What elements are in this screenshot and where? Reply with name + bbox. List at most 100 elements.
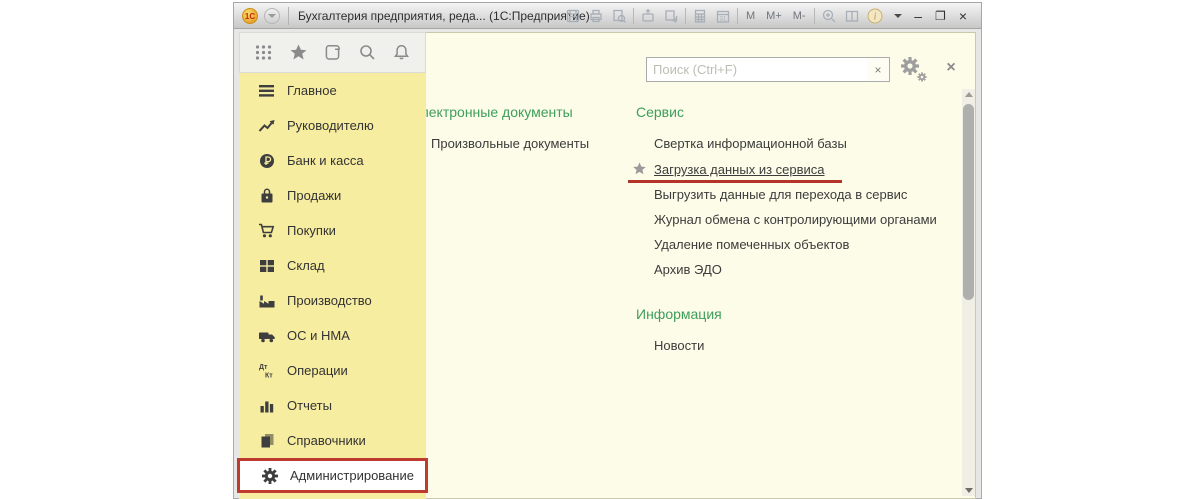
- svg-text:Кт: Кт: [265, 373, 273, 380]
- titlebar: 1С Бухгалтерия предприятия, реда... (1С:…: [233, 2, 982, 29]
- boxes-grid-icon: [256, 256, 278, 276]
- split-window-button[interactable]: [843, 7, 861, 25]
- info-button[interactable]: i: [866, 7, 884, 25]
- scrollbar-thumb[interactable]: [963, 104, 974, 300]
- search-input[interactable]: [646, 57, 868, 82]
- sidebar-item-manager[interactable]: Руководителю: [239, 108, 426, 143]
- sidebar-item-main[interactable]: Главное: [239, 73, 426, 108]
- zoom-button[interactable]: [820, 7, 838, 25]
- maximize-button[interactable]: ❐: [935, 5, 946, 27]
- shopping-bag-icon: [256, 186, 278, 206]
- panel-close-button[interactable]: ×: [941, 58, 961, 78]
- memory-m-plus-button[interactable]: M+: [763, 8, 785, 24]
- 1c-logo-icon: 1С: [242, 8, 258, 24]
- search-icon[interactable]: [358, 43, 377, 62]
- favorites-star-icon[interactable]: [289, 43, 308, 62]
- factory-icon: [256, 291, 278, 311]
- window-controls: – ❐ ×: [914, 5, 967, 27]
- sidebar-toolbar: [239, 32, 426, 73]
- section-header-electronic-documents: Электронные документы: [411, 104, 573, 120]
- highlight-underline: [628, 180, 842, 183]
- sidebar-item-production[interactable]: Производство: [239, 283, 426, 318]
- sidebar-item-warehouse[interactable]: Склад: [239, 248, 426, 283]
- sidebar-item-label: Склад: [287, 258, 325, 273]
- favorite-star-icon[interactable]: [632, 161, 647, 181]
- search-clear-button[interactable]: ×: [867, 57, 890, 82]
- function-link[interactable]: Новости: [654, 338, 704, 353]
- save-button[interactable]: [564, 7, 582, 25]
- calculator-button[interactable]: [691, 7, 709, 25]
- notifications-bell-icon[interactable]: [392, 43, 411, 62]
- memory-m-button[interactable]: M: [743, 8, 758, 24]
- section-header-service: Сервис: [636, 104, 684, 120]
- titlebar-separator: [813, 8, 815, 24]
- svg-text:31: 31: [720, 17, 727, 23]
- sidebar-item-directories[interactable]: Справочники: [239, 423, 426, 458]
- function-link-load-data-from-service[interactable]: Загрузка данных из сервиса: [654, 162, 825, 177]
- sidebar-item-purchases[interactable]: Покупки: [239, 213, 426, 248]
- titlebar-separator: [288, 7, 289, 25]
- minimize-button[interactable]: –: [914, 5, 922, 27]
- print-preview-button[interactable]: [610, 7, 628, 25]
- titlebar-toolbar: 31 M M+ M- i: [564, 7, 907, 25]
- svg-text:i: i: [873, 12, 876, 23]
- bar-chart-icon: [256, 396, 278, 416]
- panel-settings-button[interactable]: [896, 53, 930, 85]
- sidebar-item-label: Отчеты: [287, 398, 332, 413]
- memory-m-minus-button[interactable]: M-: [790, 8, 809, 24]
- window-title: Бухгалтерия предприятия, реда... (1С:Пре…: [298, 9, 590, 23]
- sidebar-item-label: ОС и НМА: [287, 328, 350, 343]
- shopping-cart-icon: [256, 221, 278, 241]
- sections-sidebar: Главное Руководителю Банк и касса Продаж…: [237, 73, 428, 499]
- scroll-up-arrow-icon[interactable]: [965, 92, 973, 97]
- svg-text:Дт: Дт: [259, 364, 268, 371]
- all-functions-grid-icon[interactable]: [254, 43, 273, 62]
- sidebar-item-label: Банк и касса: [287, 153, 364, 168]
- sidebar-item-label: Справочники: [287, 433, 366, 448]
- sidebar-item-sales[interactable]: Продажи: [239, 178, 426, 213]
- app-window: 1С Бухгалтерия предприятия, реда... (1С:…: [233, 2, 982, 499]
- print-button[interactable]: [587, 7, 605, 25]
- section-header-information: Информация: [636, 306, 722, 322]
- system-menu-button[interactable]: [264, 8, 280, 24]
- close-window-button[interactable]: ×: [959, 5, 967, 27]
- scroll-down-arrow-icon[interactable]: [965, 488, 973, 493]
- ruble-circle-icon: [256, 151, 278, 171]
- chevron-down-icon: [893, 14, 902, 18]
- function-link[interactable]: Журнал обмена с контролирующими органами: [654, 212, 937, 227]
- trend-chart-icon: [256, 116, 278, 136]
- truck-icon: [256, 326, 278, 346]
- debit-credit-icon: Дт Кт: [256, 361, 278, 381]
- sidebar-item-operations[interactable]: Дт Кт Операции: [239, 353, 426, 388]
- function-link[interactable]: Архив ЭДО: [654, 262, 722, 277]
- gears-icon: [901, 57, 927, 82]
- menu-icon: [256, 81, 278, 101]
- panel-scrollbar[interactable]: [962, 89, 975, 496]
- function-link[interactable]: Удаление помеченных объектов: [654, 237, 849, 252]
- sidebar-item-label: Операции: [287, 363, 348, 378]
- sidebar-item-reports[interactable]: Отчеты: [239, 388, 426, 423]
- sidebar-item-label: Продажи: [287, 188, 342, 203]
- calendar-button[interactable]: 31: [714, 7, 732, 25]
- stacked-pages-icon: [256, 431, 278, 451]
- titlebar-separator: [685, 8, 686, 24]
- sidebar-item-label: Руководителю: [287, 118, 374, 133]
- gear-icon: [259, 466, 281, 486]
- sidebar-item-bank-cash[interactable]: Банк и касса: [239, 143, 426, 178]
- function-link[interactable]: Выгрузить данные для перехода в сервис: [654, 187, 907, 202]
- toolbar-more-button[interactable]: [889, 7, 907, 25]
- function-link[interactable]: Свертка информационной базы: [654, 136, 847, 151]
- chevron-down-icon: [268, 14, 276, 18]
- titlebar-separator: [737, 8, 738, 24]
- function-link[interactable]: Произвольные документы: [431, 136, 589, 151]
- history-scroll-icon[interactable]: [323, 43, 342, 62]
- sidebar-item-label: Покупки: [287, 223, 336, 238]
- sidebar-item-label: Администрирование: [290, 468, 414, 483]
- titlebar-separator: [633, 8, 634, 24]
- sidebar-item-label: Производство: [287, 293, 372, 308]
- sidebar-item-administration[interactable]: Администрирование: [237, 458, 428, 493]
- screenshot-stage: 1С Бухгалтерия предприятия, реда... (1С:…: [0, 0, 1200, 499]
- paste-from-clipboard-button[interactable]: [639, 7, 657, 25]
- copy-document-button[interactable]: [662, 7, 680, 25]
- sidebar-item-fixed-assets[interactable]: ОС и НМА: [239, 318, 426, 353]
